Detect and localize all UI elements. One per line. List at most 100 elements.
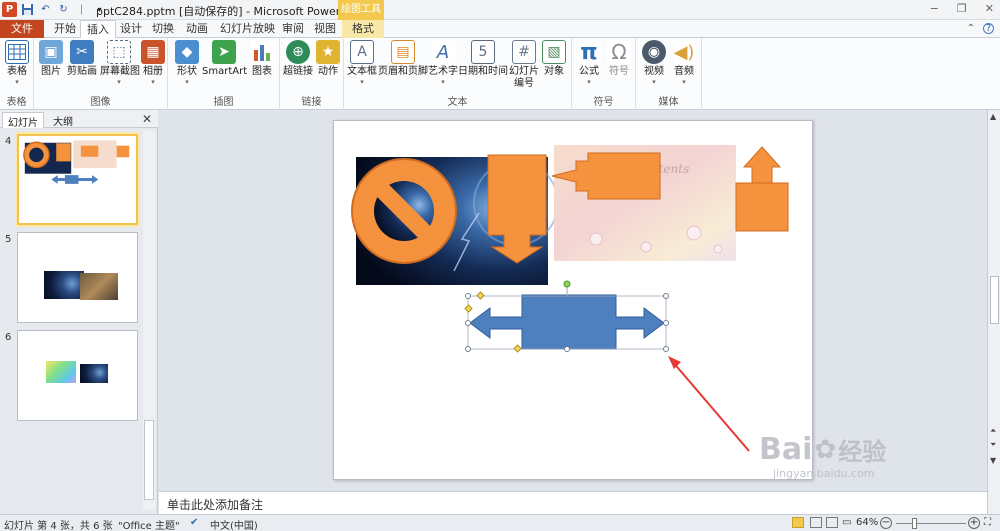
picture-icon: ▣ bbox=[39, 40, 63, 64]
no-symbol-shape[interactable] bbox=[351, 158, 457, 264]
slide-thumbnail-4[interactable] bbox=[17, 134, 138, 225]
selection-handle[interactable] bbox=[663, 320, 669, 326]
next-slide-icon[interactable]: ⏷ bbox=[990, 440, 996, 450]
datetime-button[interactable]: 5 日期和时间 bbox=[458, 40, 508, 78]
flower-decoration bbox=[713, 244, 723, 254]
scroll-up-icon[interactable]: ▲ bbox=[990, 112, 996, 121]
slide-thumbnail-6[interactable] bbox=[17, 330, 138, 421]
slide-number-button[interactable]: # 幻灯片编号 bbox=[508, 40, 540, 90]
tab-slides[interactable]: 幻灯片 bbox=[2, 112, 44, 129]
hyperlink-button[interactable]: ⊕ 超链接 bbox=[282, 40, 314, 78]
save-icon[interactable] bbox=[20, 2, 35, 17]
slide-thumbnail-5[interactable] bbox=[17, 232, 138, 323]
undo-icon[interactable]: ↶ bbox=[38, 2, 53, 17]
selection-handle[interactable] bbox=[465, 346, 471, 352]
tab-view[interactable]: 视图 bbox=[308, 20, 342, 38]
adjustment-handle[interactable] bbox=[513, 344, 522, 353]
selection-handle[interactable] bbox=[465, 293, 471, 299]
spellcheck-icon[interactable]: ✔ bbox=[190, 517, 198, 528]
group-label-links: 链接 bbox=[301, 97, 322, 108]
previous-slide-icon[interactable]: ⏶ bbox=[990, 426, 996, 436]
redo-icon[interactable]: ↻ bbox=[56, 2, 71, 17]
picture-button[interactable]: ▣ 图片 bbox=[38, 40, 64, 78]
zoom-in-button[interactable]: + bbox=[968, 517, 980, 529]
album-icon: ▦ bbox=[141, 40, 165, 64]
selection-handle[interactable] bbox=[465, 320, 471, 326]
equation-button[interactable]: π 公式 ▾ bbox=[574, 40, 604, 86]
object-button[interactable]: ▧ 对象 bbox=[540, 40, 568, 78]
tab-animations[interactable]: 动画 bbox=[180, 20, 214, 38]
collapse-ribbon-icon[interactable]: ⌃ bbox=[967, 23, 975, 34]
selected-left-right-arrow-callout[interactable] bbox=[467, 294, 667, 350]
slide-sorter-icon[interactable] bbox=[810, 517, 822, 528]
ribbon: 表格 ▾ 表格 ▣ 图片 ✂ 剪贴画 ⬚ 屏幕截图 ▾ ▦ 相册 ▾ 图像 ◆ … bbox=[0, 38, 1000, 110]
thumbnail-image bbox=[44, 271, 84, 299]
textbox-button[interactable]: A 文本框 ▾ bbox=[346, 40, 378, 86]
adjustment-handle[interactable] bbox=[464, 304, 473, 313]
minimize-button[interactable]: − bbox=[930, 2, 939, 15]
fit-to-window-icon[interactable]: ⛶ bbox=[984, 517, 991, 528]
normal-view-icon[interactable] bbox=[792, 517, 804, 528]
audio-button[interactable]: ◀) 音频 ▾ bbox=[670, 40, 698, 86]
ribbon-tabs: 文件 开始 插入 设计 切换 动画 幻灯片放映 审阅 视图 格式 ⌃ ? bbox=[0, 20, 1000, 38]
restore-button[interactable]: ❐ bbox=[957, 2, 967, 15]
reading-view-icon[interactable] bbox=[826, 517, 838, 528]
shapes-button[interactable]: ◆ 形状 ▾ bbox=[172, 40, 202, 86]
zoom-out-button[interactable]: − bbox=[880, 517, 892, 529]
help-icon[interactable]: ? bbox=[983, 23, 994, 34]
editor-scroll-thumb[interactable] bbox=[990, 276, 999, 324]
rotation-handle[interactable] bbox=[563, 280, 571, 288]
up-arrow-callout-shape[interactable] bbox=[735, 146, 789, 232]
wordart-button[interactable]: A 艺术字 ▾ bbox=[428, 40, 458, 86]
slide-number-label: 6 bbox=[5, 332, 12, 343]
selection-handle[interactable] bbox=[564, 346, 570, 352]
editor-vertical-scrollbar[interactable]: ▲ ⏶ ⏷ ▼ bbox=[987, 110, 1000, 514]
selection-handle[interactable] bbox=[663, 293, 669, 299]
notes-pane[interactable]: 单击此处添加备注 bbox=[159, 491, 987, 514]
scroll-down-icon[interactable]: ▼ bbox=[990, 456, 996, 465]
chart-button[interactable]: 图表 bbox=[248, 40, 276, 78]
action-icon: ★ bbox=[316, 40, 340, 64]
screenshot-button[interactable]: ⬚ 屏幕截图 ▾ bbox=[100, 40, 140, 86]
symbol-button[interactable]: Ω 符号 bbox=[604, 40, 634, 78]
zoom-level[interactable]: 64% bbox=[856, 517, 878, 528]
adjustment-handle[interactable] bbox=[476, 291, 485, 300]
tab-file[interactable]: 文件 bbox=[0, 20, 44, 38]
group-media: ◉ 视频 ▾ ◀) 音频 ▾ 媒体 bbox=[636, 38, 702, 110]
panel-tabs: 幻灯片 大纲 ✕ bbox=[0, 110, 158, 129]
zoom-slider-thumb[interactable] bbox=[912, 518, 917, 529]
tab-outline[interactable]: 大纲 bbox=[48, 112, 78, 128]
album-button[interactable]: ▦ 相册 ▾ bbox=[140, 40, 166, 86]
clipart-button[interactable]: ✂ 剪贴画 bbox=[66, 40, 98, 78]
datetime-icon: 5 bbox=[471, 40, 495, 64]
tab-slideshow[interactable]: 幻灯片放映 bbox=[214, 20, 281, 38]
tab-format[interactable]: 格式 bbox=[342, 20, 384, 38]
tab-design[interactable]: 设计 bbox=[114, 20, 148, 38]
smartart-button[interactable]: ➤ SmartArt bbox=[202, 40, 247, 78]
language-indicator[interactable]: 中文(中国) bbox=[210, 517, 258, 531]
close-panel-icon[interactable]: ✕ bbox=[142, 112, 152, 126]
current-slide[interactable]: Asadal Contents bbox=[333, 120, 813, 480]
table-button[interactable]: 表格 ▾ bbox=[4, 40, 30, 86]
down-arrow-callout-shape[interactable] bbox=[487, 154, 547, 264]
panel-scroll-thumb[interactable] bbox=[144, 420, 154, 500]
group-label-symbols: 符号 bbox=[593, 97, 614, 108]
tab-home[interactable]: 开始 bbox=[48, 20, 82, 38]
header-footer-button[interactable]: ▤ 页眉和页脚 bbox=[378, 40, 428, 78]
tab-transitions[interactable]: 切换 bbox=[146, 20, 180, 38]
powerpoint-app-icon[interactable]: P bbox=[2, 2, 17, 17]
watermark-brand-cn: 经验 bbox=[838, 438, 887, 466]
window-title: pptC284.pptm [自动保存的] - Microsoft PowerPo… bbox=[96, 5, 368, 18]
slideshow-view-icon[interactable]: ▭ bbox=[842, 517, 851, 528]
qat-separator: | bbox=[79, 4, 84, 15]
close-button[interactable]: ✕ bbox=[985, 2, 994, 15]
object-icon: ▧ bbox=[542, 40, 566, 64]
tab-insert[interactable]: 插入 bbox=[80, 20, 116, 38]
action-button[interactable]: ★ 动作 bbox=[314, 40, 342, 78]
panel-scrollbar[interactable] bbox=[143, 130, 155, 510]
audio-icon: ◀) bbox=[672, 40, 696, 64]
selection-handle[interactable] bbox=[663, 346, 669, 352]
zoom-slider-track[interactable] bbox=[896, 523, 966, 524]
tab-review[interactable]: 审阅 bbox=[276, 20, 310, 38]
video-button[interactable]: ◉ 视频 ▾ bbox=[640, 40, 668, 86]
